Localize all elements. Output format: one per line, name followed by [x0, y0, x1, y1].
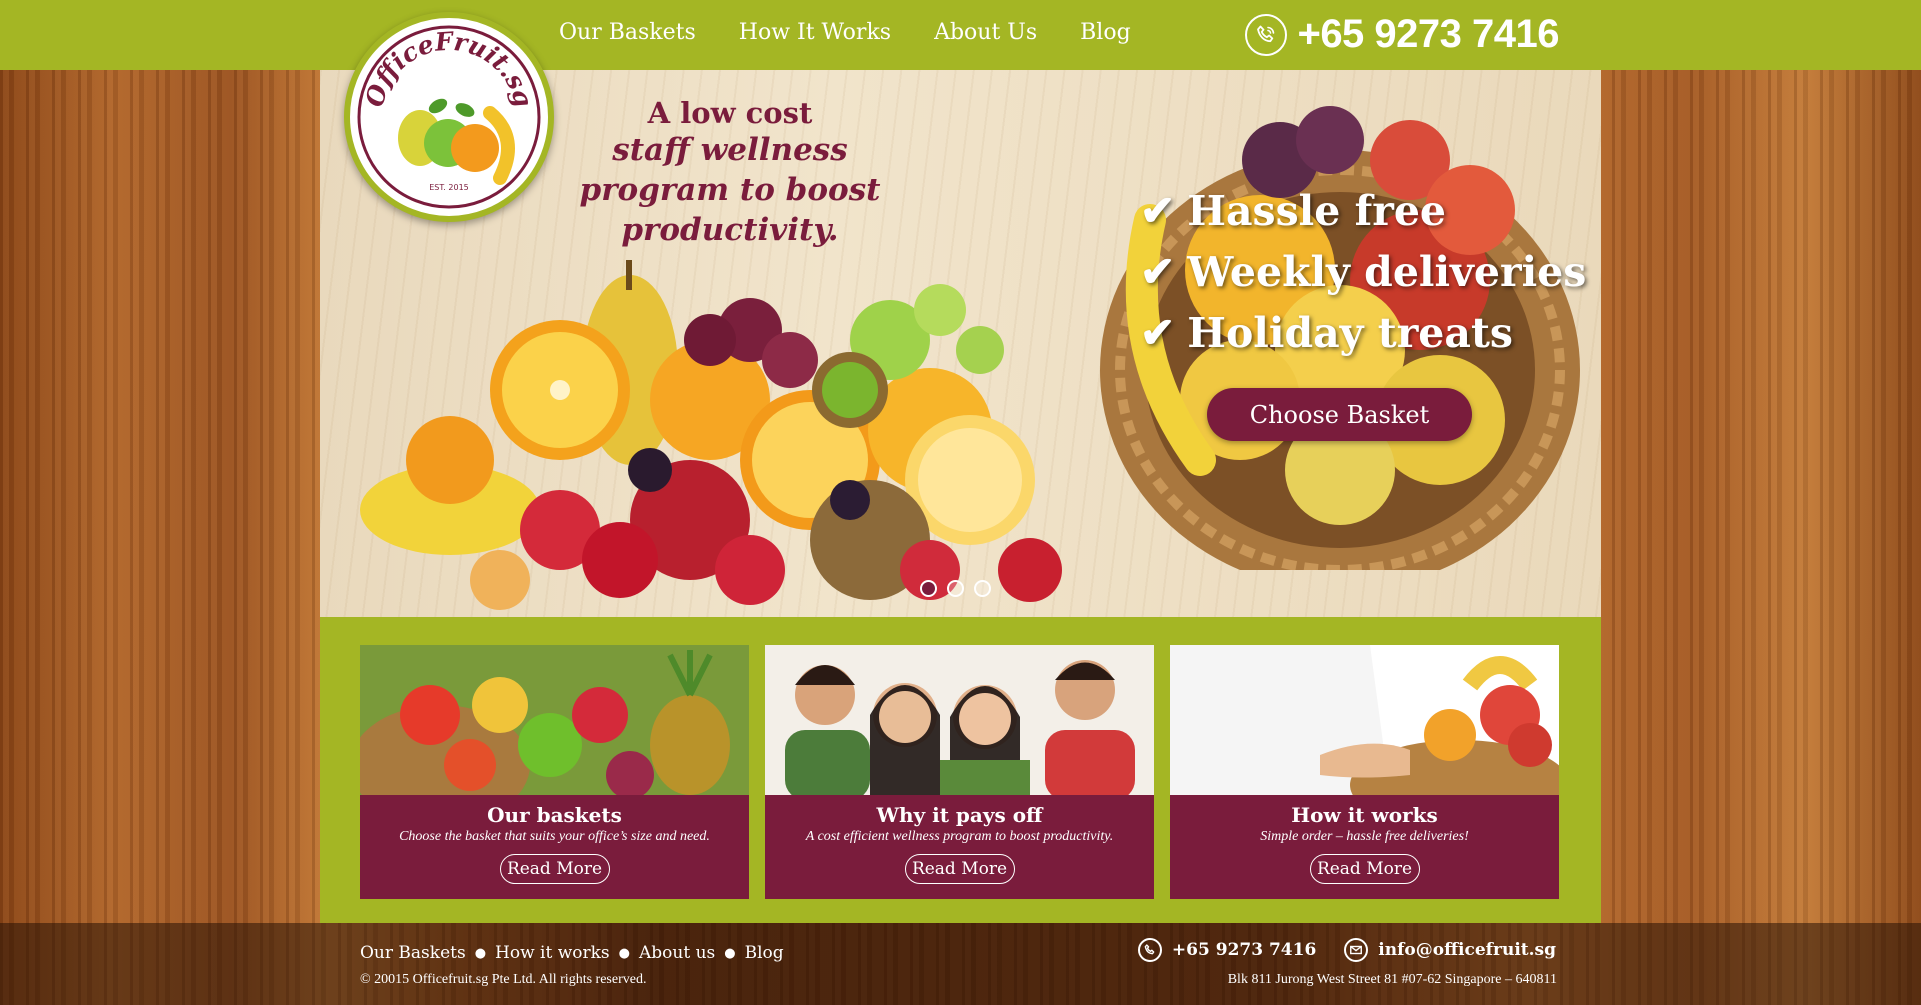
footer-phone[interactable]: +65 9273 7416 — [1172, 940, 1316, 960]
card-our-baskets: Our baskets Choose the basket that suits… — [360, 645, 749, 899]
fruit-pile-image — [360, 260, 1062, 610]
top-bar: Our Baskets How It Works About Us Blog +… — [0, 0, 1921, 70]
separator-dot: ● — [618, 945, 631, 961]
copyright: © 20015 Officefruit.sg Pte Ltd. All righ… — [360, 972, 647, 987]
tagline-line-2: staff wellness program to boost producti… — [579, 132, 881, 248]
main-content: A low cost staff wellness program to boo… — [320, 12, 1601, 923]
footer-link-our-baskets[interactable]: Our Baskets — [360, 943, 466, 963]
footer-address: Blk 811 Jurong West Street 81 #07-62 Sin… — [1227, 972, 1557, 987]
nav-blog[interactable]: Blog — [1080, 20, 1131, 45]
card-how-it-works: How it works Simple order – hassle free … — [1170, 645, 1559, 899]
phone-icon — [1245, 13, 1288, 56]
footer-nav: Our Baskets ● How it works ● About us ● … — [360, 943, 784, 963]
hero-tagline: A low cost staff wellness program to boo… — [550, 96, 910, 250]
slider-dot-2[interactable] — [947, 580, 964, 597]
nav-how-it-works[interactable]: How It Works — [739, 20, 891, 45]
card-why-it-pays-off: Why it pays off A cost efficient wellnes… — [765, 645, 1154, 899]
tagline-line-1: A low cost — [647, 96, 813, 130]
separator-dot: ● — [474, 945, 487, 961]
logo-established: EST. 2015 — [429, 183, 469, 192]
read-more-button[interactable]: Read More — [1309, 854, 1420, 884]
footer-contact: +65 9273 7416 info@officefruit.sg — [1137, 938, 1556, 962]
benefit-item: ✔ Holiday treats — [1140, 302, 1586, 363]
header-phone[interactable]: +65 9273 7416 — [1245, 12, 1559, 57]
card-description: Choose the basket that suits your office… — [399, 829, 710, 844]
benefit-label: Weekly deliveries — [1187, 247, 1587, 296]
separator-dot: ● — [724, 945, 736, 961]
header-phone-number[interactable]: +65 9273 7416 — [1297, 12, 1559, 57]
slider-dot-1[interactable] — [920, 580, 937, 597]
benefit-label: Hassle free — [1187, 186, 1447, 235]
slider-dots — [920, 580, 991, 597]
checkmark-icon: ✔ — [1140, 308, 1176, 357]
card-description: Simple order – hassle free deliveries! — [1260, 829, 1469, 844]
checkmark-icon: ✔ — [1140, 247, 1176, 296]
benefit-item: ✔ Hassle free — [1140, 180, 1586, 241]
benefits-list: ✔ Hassle free ✔ Weekly deliveries ✔ Holi… — [1140, 180, 1586, 363]
slider-dot-3[interactable] — [974, 580, 991, 597]
benefit-label: Holiday treats — [1187, 308, 1513, 357]
card-title: How it works — [1291, 803, 1438, 827]
phone-icon — [1137, 938, 1162, 962]
read-more-button[interactable]: Read More — [904, 854, 1015, 884]
site-logo[interactable]: OfficeFruit.sg EST. 2015 — [344, 12, 554, 222]
choose-basket-button[interactable]: Choose Basket — [1207, 388, 1472, 441]
footer-link-blog[interactable]: Blog — [745, 943, 784, 963]
footer-email[interactable]: info@officefruit.sg — [1378, 940, 1556, 960]
read-more-button[interactable]: Read More — [499, 854, 610, 884]
card-image — [765, 645, 1154, 795]
email-icon — [1344, 938, 1369, 962]
footer: Our Baskets ● How it works ● About us ● … — [0, 923, 1921, 1005]
nav-our-baskets[interactable]: Our Baskets — [559, 20, 696, 45]
card-image — [360, 645, 749, 795]
card-title: Why it pays off — [876, 803, 1043, 827]
card-title: Our baskets — [487, 803, 622, 827]
benefit-item: ✔ Weekly deliveries — [1140, 241, 1586, 302]
card-description: A cost efficient wellness program to boo… — [805, 829, 1114, 844]
card-image — [1170, 645, 1559, 795]
footer-link-how-it-works[interactable]: How it works — [495, 943, 610, 963]
feature-cards: Our baskets Choose the basket that suits… — [360, 645, 1559, 899]
nav-about-us[interactable]: About Us — [934, 20, 1037, 45]
main-nav: Our Baskets How It Works About Us Blog — [559, 20, 1131, 45]
footer-link-about-us[interactable]: About us — [639, 943, 715, 963]
checkmark-icon: ✔ — [1140, 186, 1176, 235]
